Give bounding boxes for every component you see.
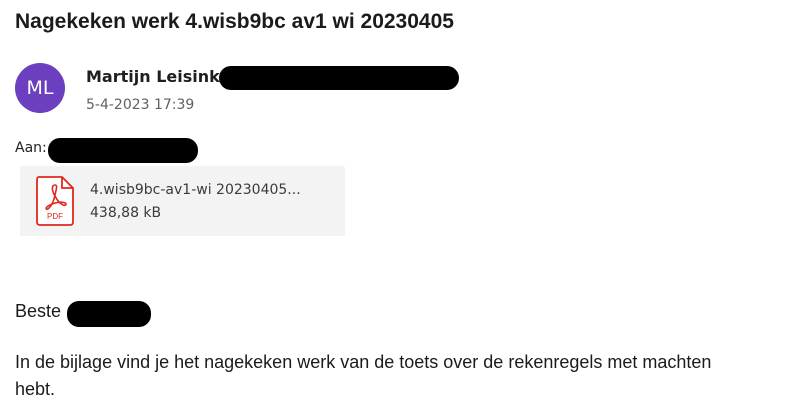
sender-name[interactable]: Martijn Leisink: [86, 67, 220, 86]
greeting-text: Beste: [15, 301, 62, 321]
redacted-recipient: [48, 138, 198, 163]
sender-avatar[interactable]: ML: [15, 63, 65, 113]
email-subject: Nagekeken werk 4.wisb9bc av1 wi 20230405: [15, 10, 454, 33]
pdf-icon-label: PDF: [47, 212, 63, 221]
attachment-file-size: 438,88 kB: [90, 205, 162, 221]
sent-date: 5-4-2023 17:39: [86, 97, 195, 113]
body-line: In de bijlage vind je het nagekeken werk…: [15, 352, 712, 372]
avatar-initials: ML: [26, 77, 54, 99]
body-line: hebt.: [15, 379, 56, 399]
email-body: In de bijlage vind je het nagekeken werk…: [15, 349, 795, 403]
redacted-sender-email: [219, 66, 459, 90]
attachment-file-name: 4.wisb9bc-av1-wi 20230405...: [90, 182, 301, 198]
recipient-label: Aan:: [15, 140, 47, 156]
pdf-icon: PDF: [36, 176, 74, 226]
attachment-card[interactable]: PDF 4.wisb9bc-av1-wi 20230405... 438,88 …: [20, 166, 345, 236]
redacted-greeting-name: [67, 301, 151, 327]
